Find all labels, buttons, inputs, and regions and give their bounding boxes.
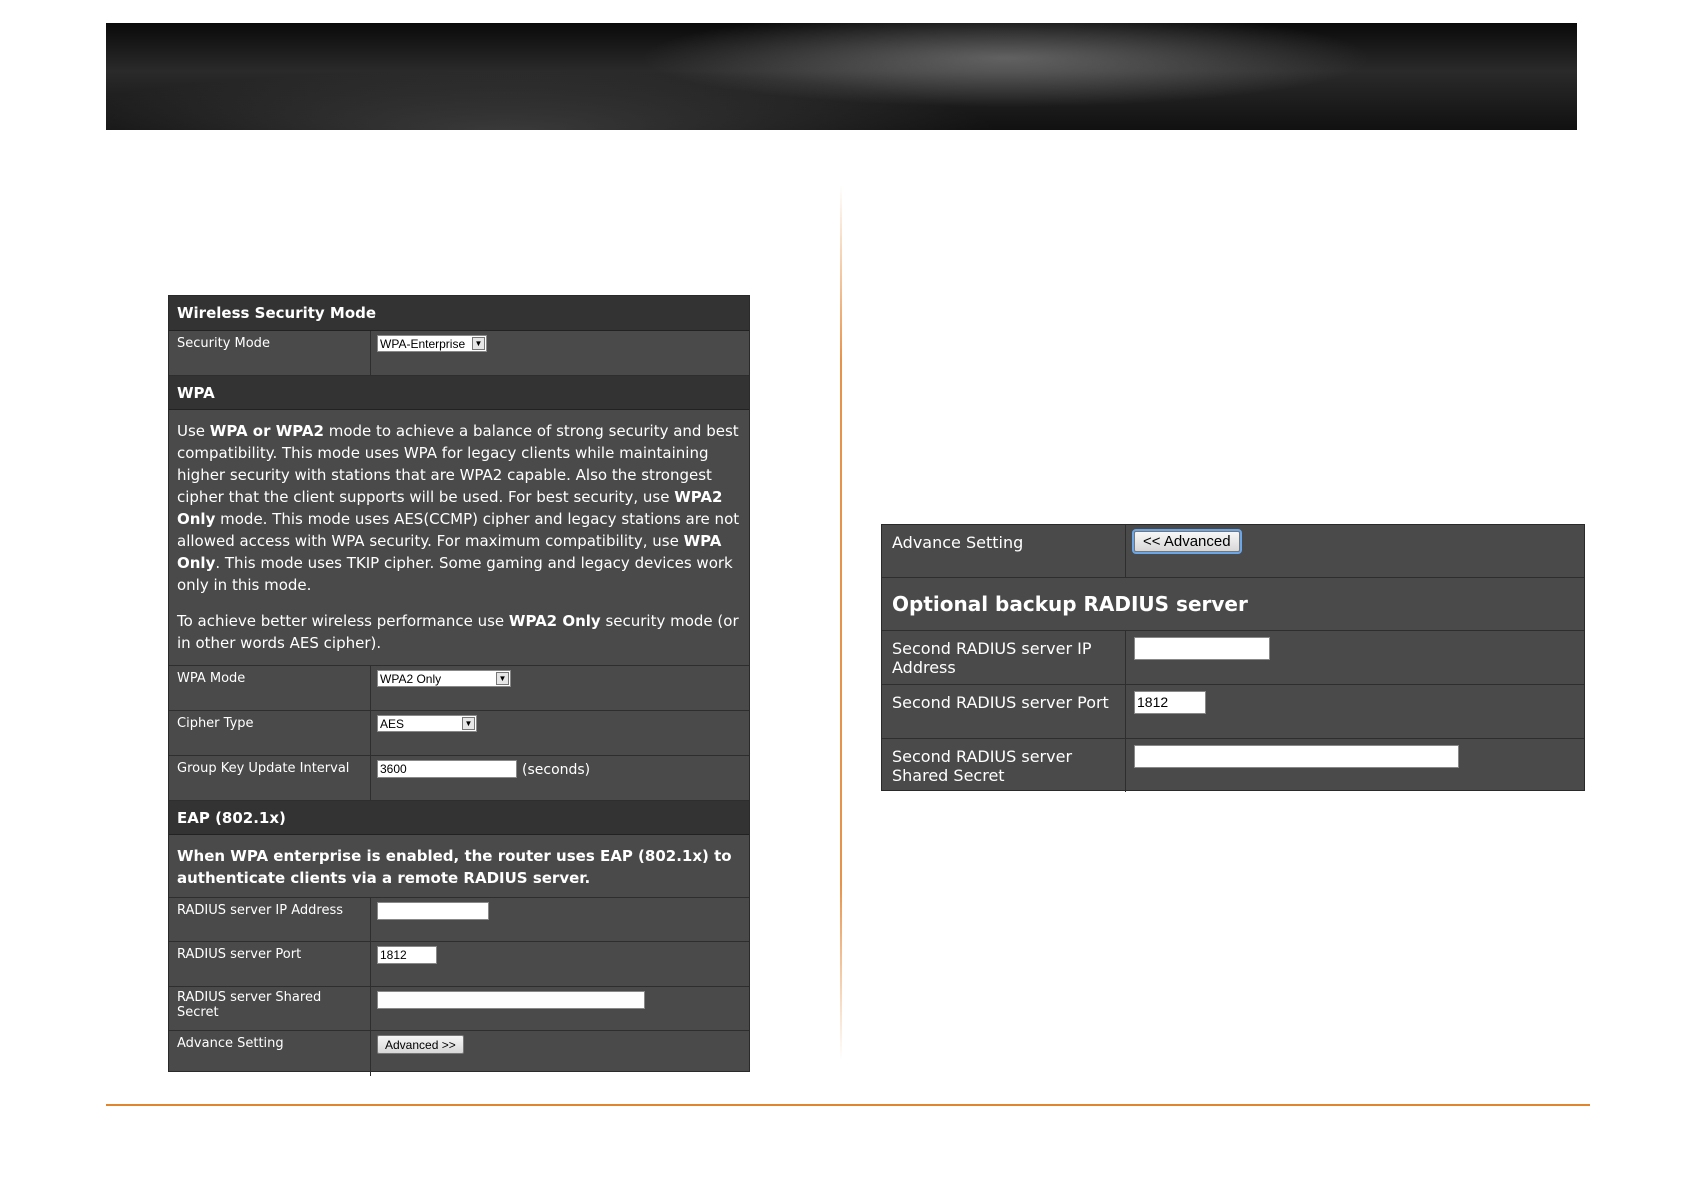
column-divider: [840, 185, 842, 1060]
group-key-interval-input[interactable]: 3600: [377, 760, 517, 778]
radius-ip-row: RADIUS server IP Address: [169, 898, 749, 942]
second-radius-port-row: Second RADIUS server Port 1812: [882, 685, 1584, 739]
wpa-mode-select[interactable]: WPA2 Only ▼: [377, 670, 511, 687]
section-header-wpa: WPA: [169, 376, 749, 410]
second-radius-port-label: Second RADIUS server Port: [882, 685, 1126, 738]
radius-ip-input[interactable]: [377, 902, 489, 920]
cipher-type-select[interactable]: AES ▼: [377, 715, 477, 732]
advance-setting-row: Advance Setting Advanced >>: [169, 1031, 749, 1076]
advance-setting-row: Advance Setting << Advanced: [882, 525, 1584, 578]
section-header-wireless-security-mode: Wireless Security Mode: [169, 296, 749, 331]
radius-secret-input[interactable]: [377, 991, 645, 1009]
footer-rule: [106, 1104, 1590, 1106]
chevron-down-icon: ▼: [472, 337, 485, 350]
second-radius-secret-label: Second RADIUS server Shared Secret: [882, 739, 1126, 792]
wpa-enterprise-settings-panel: Wireless Security Mode Security Mode WPA…: [168, 295, 750, 1076]
chevron-down-icon: ▼: [496, 672, 509, 685]
radius-port-input[interactable]: 1812: [377, 946, 437, 964]
header-banner: [106, 23, 1577, 130]
second-radius-ip-label: Second RADIUS server IP Address: [882, 631, 1126, 684]
advance-setting-label: Advance Setting: [169, 1031, 371, 1076]
second-radius-ip-row: Second RADIUS server IP Address: [882, 631, 1584, 685]
advance-setting-label: Advance Setting: [882, 525, 1126, 577]
second-radius-port-input[interactable]: 1812: [1134, 691, 1206, 714]
cipher-type-row: Cipher Type AES ▼: [169, 711, 749, 756]
group-key-interval-label: Group Key Update Interval: [169, 756, 371, 800]
radius-secret-label: RADIUS server Shared Secret: [169, 987, 371, 1030]
security-mode-row: Security Mode WPA-Enterprise ▼: [169, 331, 749, 376]
second-radius-secret-input[interactable]: [1134, 745, 1459, 768]
wpa-description-paragraph-1: Use WPA or WPA2 mode to achieve a balanc…: [177, 422, 740, 594]
backup-radius-panel: Advance Setting << Advanced Optional bac…: [881, 524, 1585, 792]
seconds-unit-label: (seconds): [522, 762, 591, 778]
radius-secret-row: RADIUS server Shared Secret: [169, 987, 749, 1031]
section-header-backup-radius: Optional backup RADIUS server: [882, 578, 1584, 631]
section-header-eap: EAP (802.1x): [169, 801, 749, 835]
security-mode-select[interactable]: WPA-Enterprise ▼: [377, 335, 487, 352]
cipher-type-label: Cipher Type: [169, 711, 371, 755]
radius-ip-label: RADIUS server IP Address: [169, 898, 371, 941]
chevron-down-icon: ▼: [462, 717, 475, 730]
group-key-interval-row: Group Key Update Interval 3600 (seconds): [169, 756, 749, 801]
radius-port-label: RADIUS server Port: [169, 942, 371, 986]
wpa-description: Use WPA or WPA2 mode to achieve a balanc…: [169, 410, 749, 666]
second-radius-secret-row: Second RADIUS server Shared Secret: [882, 739, 1584, 792]
wpa-mode-label: WPA Mode: [169, 666, 371, 710]
radius-port-row: RADIUS server Port 1812: [169, 942, 749, 987]
second-radius-ip-input[interactable]: [1134, 637, 1270, 660]
advanced-button[interactable]: Advanced >>: [377, 1035, 464, 1054]
hide-advanced-button[interactable]: << Advanced: [1132, 529, 1242, 554]
wpa-mode-row: WPA Mode WPA2 Only ▼: [169, 666, 749, 711]
wpa-description-paragraph-2: To achieve better wireless performance u…: [177, 612, 739, 652]
eap-description: When WPA enterprise is enabled, the rout…: [169, 835, 749, 898]
security-mode-label: Security Mode: [169, 331, 371, 375]
